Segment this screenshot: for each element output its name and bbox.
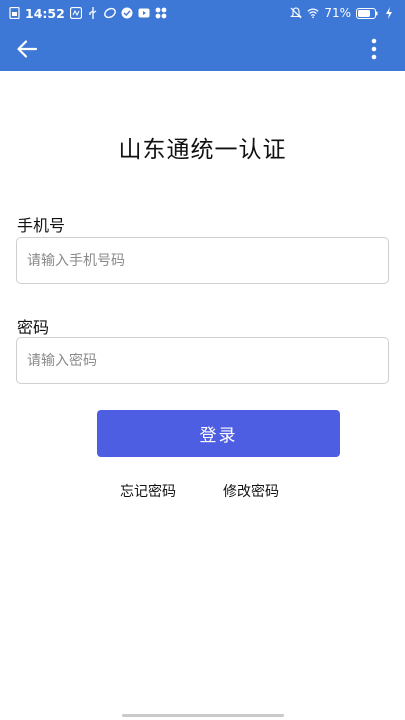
usb-icon — [87, 7, 99, 19]
password-input[interactable] — [16, 337, 389, 384]
status-right: 71% — [290, 6, 395, 20]
status-left: 14:52 — [8, 6, 167, 21]
nfc-icon — [69, 7, 82, 19]
phone-input[interactable] — [16, 237, 389, 284]
home-indicator[interactable] — [122, 714, 284, 717]
battery-percent: 71% — [324, 6, 351, 20]
login-screen: 14:52 71% 山东通统一认证 手机号 请输入手机号码 密码 登录 忘记密码… — [0, 0, 405, 720]
check-icon — [121, 7, 133, 19]
video-icon — [138, 7, 150, 19]
battery-icon — [356, 7, 378, 19]
mute-icon — [290, 7, 303, 19]
doc-icon — [8, 7, 20, 19]
status-bar: 14:52 71% — [0, 0, 405, 26]
status-time: 14:52 — [25, 5, 65, 21]
wifi-icon — [307, 7, 319, 19]
charging-icon — [383, 7, 395, 19]
forgot-password-link[interactable]: 忘记密码 — [120, 481, 176, 501]
phone-label: 手机号 — [17, 216, 66, 235]
arrow-left-icon — [16, 39, 38, 59]
page-title: 山东通统一认证 — [118, 137, 287, 163]
app-bar — [0, 26, 405, 71]
grid-icon — [155, 7, 167, 19]
password-label: 密码 — [17, 318, 50, 337]
login-button[interactable]: 登录 — [97, 410, 340, 457]
change-password-link[interactable]: 修改密码 — [223, 481, 279, 501]
app-icon — [103, 7, 116, 19]
more-vertical-icon — [371, 38, 377, 60]
back-button[interactable] — [14, 36, 40, 62]
more-button[interactable] — [369, 36, 379, 62]
